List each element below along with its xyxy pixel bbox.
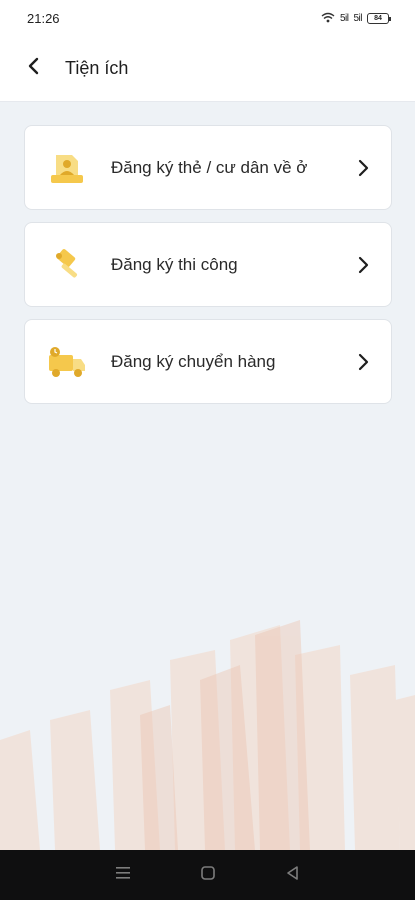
battery-icon: 84 — [367, 12, 391, 24]
system-navigation-bar — [0, 850, 415, 900]
menu-item-delivery[interactable]: Đăng ký chuyển hàng — [24, 319, 392, 404]
square-icon — [200, 865, 216, 886]
status-bar: 21:26 5il 5il 84 — [0, 0, 415, 36]
recent-apps-button[interactable] — [108, 860, 138, 890]
menu-item-label: Đăng ký chuyển hàng — [111, 351, 276, 371]
status-icons: 5il 5il 84 — [321, 11, 391, 26]
page-title: Tiện ích — [65, 58, 129, 78]
resident-card-icon — [47, 148, 87, 188]
menu-item-resident-card[interactable]: Đăng ký thẻ / cư dân về ở — [24, 125, 392, 210]
chevron-right-icon — [353, 352, 373, 372]
construction-hammer-icon — [47, 245, 87, 285]
buildings-background-illustration — [0, 620, 415, 850]
menu-item-construction[interactable]: Đăng ký thi công — [24, 222, 392, 307]
menu-item-label: Đăng ký thi công — [111, 254, 238, 274]
app-header: Tiện ích — [0, 36, 415, 102]
content-area: Đăng ký thẻ / cư dân về ở Đăng ký thi cô… — [0, 102, 415, 850]
back-nav-button[interactable] — [278, 860, 308, 890]
back-button[interactable] — [18, 54, 48, 84]
triangle-back-icon — [285, 865, 301, 886]
battery-level: 84 — [374, 14, 382, 22]
signal-icon-2: 5il — [353, 12, 362, 24]
menu-icon — [115, 866, 131, 885]
delivery-truck-icon — [47, 342, 87, 382]
chevron-right-icon — [353, 158, 373, 178]
home-button[interactable] — [193, 860, 223, 890]
chevron-right-icon — [353, 255, 373, 275]
status-time: 21:26 — [27, 10, 60, 26]
chevron-left-icon — [26, 57, 40, 80]
menu-item-label: Đăng ký thẻ / cư dân về ở — [111, 157, 308, 177]
wifi-icon — [321, 11, 335, 26]
signal-icon-1: 5il — [339, 12, 349, 24]
